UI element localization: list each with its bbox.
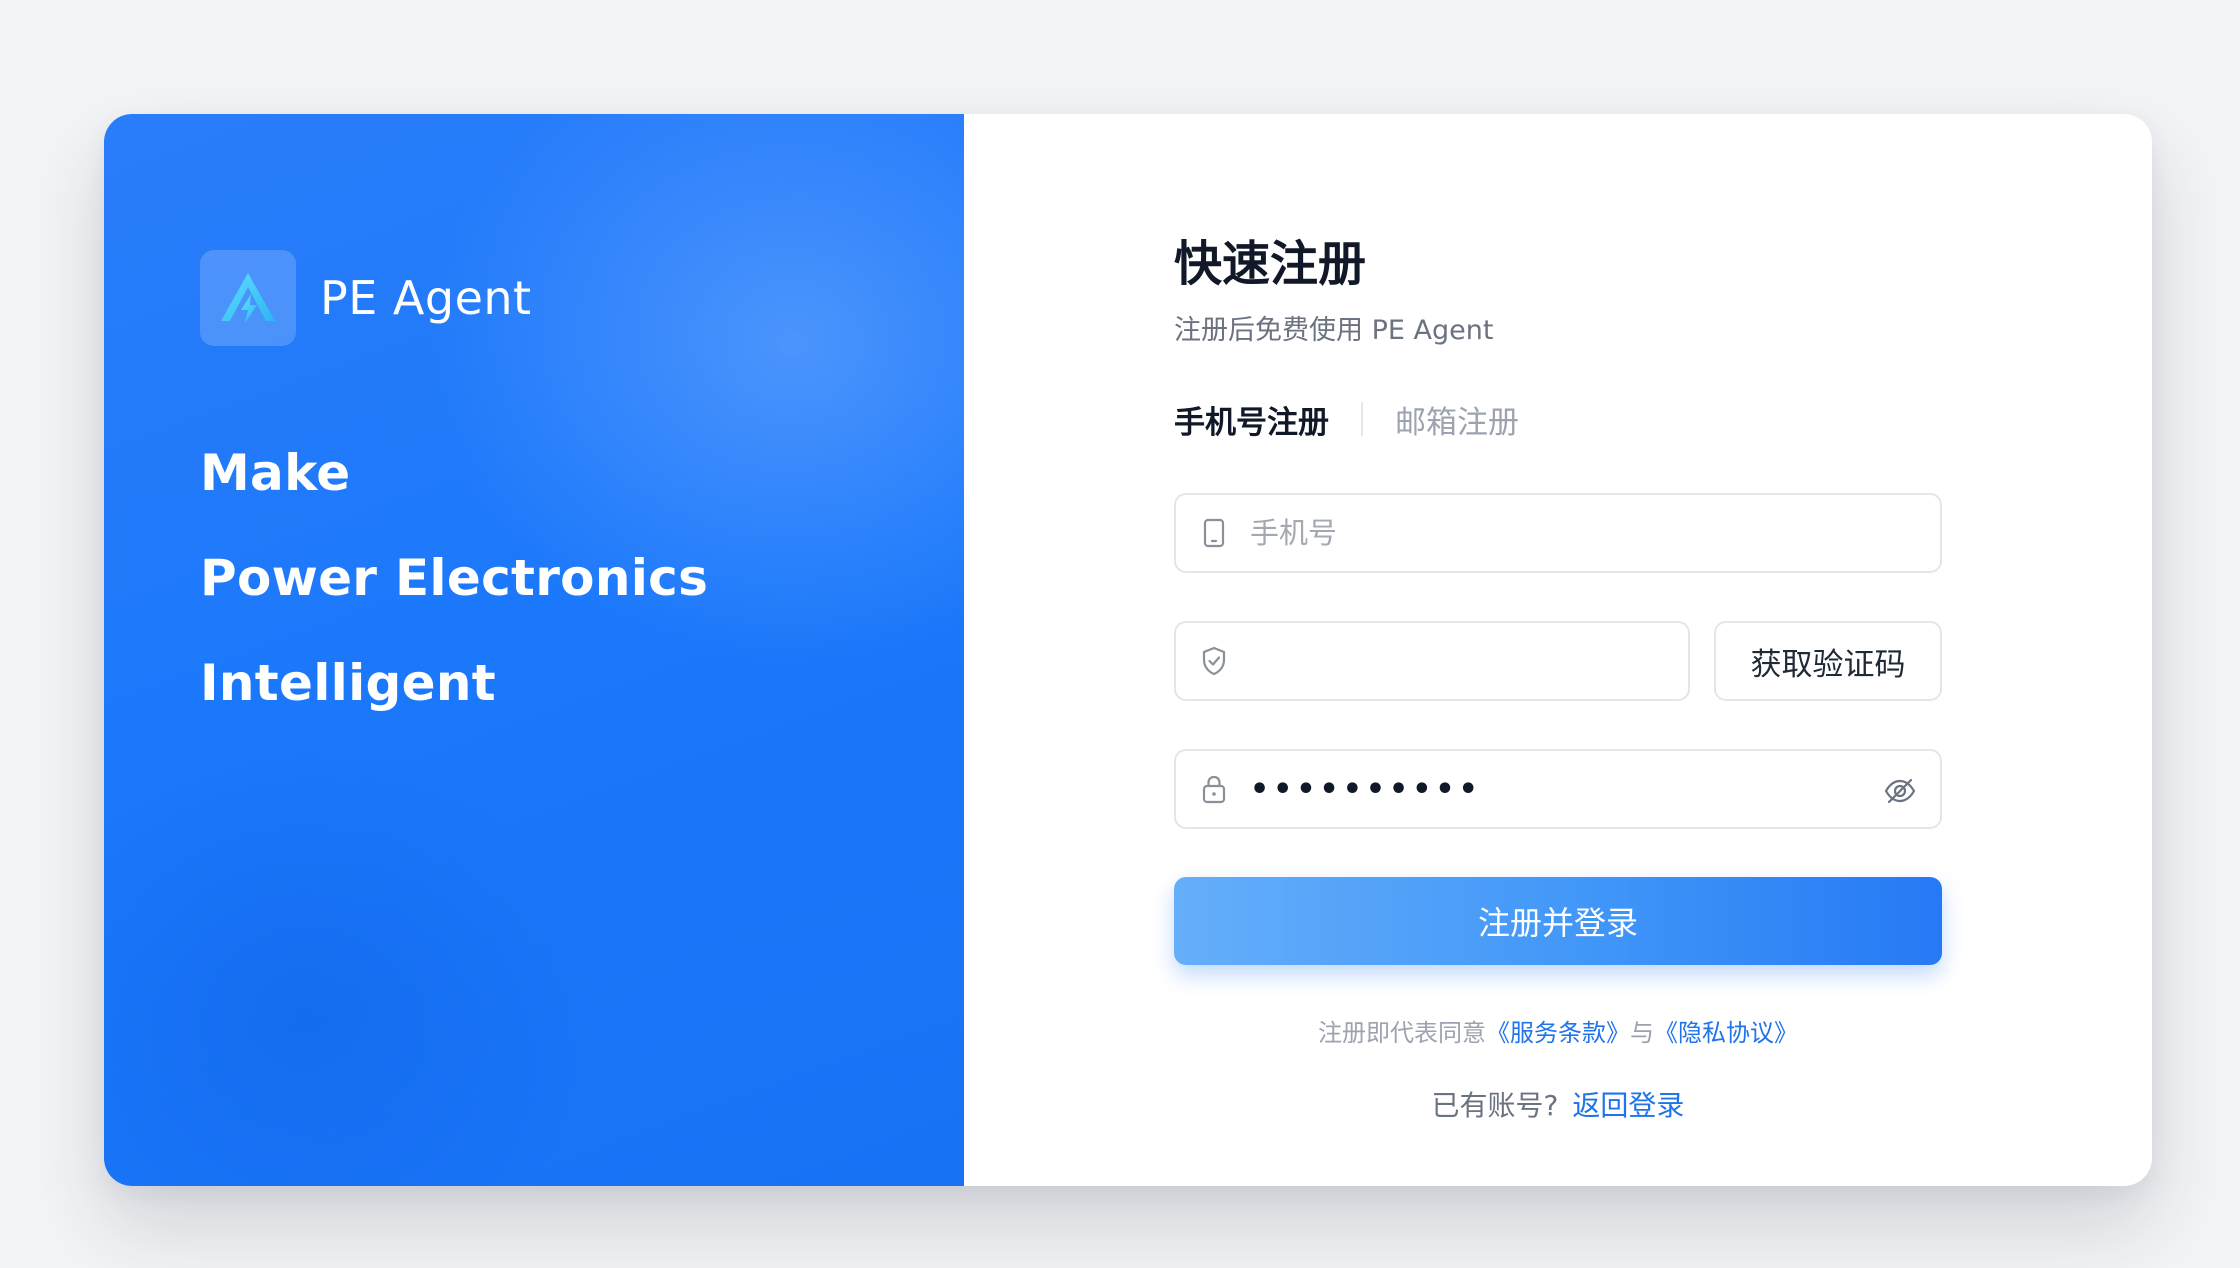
register-and-login-button[interactable]: 注册并登录 [1174,877,1942,965]
verification-row: 获取验证码 [1174,621,1942,701]
page-subtitle: 注册后免费使用 PE Agent [1174,315,1494,346]
page-title: 快速注册 [1174,236,1367,292]
terms-conjunction: 与 [1630,1019,1654,1047]
brand-name: PE Agent [320,271,532,325]
password-field[interactable]: •••••••••• [1174,749,1942,829]
service-terms-link[interactable]: 《服务条款》 [1486,1019,1630,1047]
register-card: PE Agent Make Power Electronics Intellig… [104,114,2152,1186]
password-input[interactable]: •••••••••• [1250,772,1918,807]
tab-divider [1361,402,1363,436]
phone-input[interactable] [1250,516,1918,550]
phone-field[interactable] [1174,493,1942,573]
tagline-line-3: Intelligent [200,654,496,712]
eye-off-icon[interactable] [1882,773,1918,809]
form-panel: 快速注册 注册后免费使用 PE Agent 手机号注册 邮箱注册 手机号 获取验… [964,114,2152,1186]
terms-notice: 注册即代表同意《服务条款》与《隐私协议》 [1174,1013,1942,1048]
brand-panel: PE Agent Make Power Electronics Intellig… [104,114,964,1186]
tab-phone-register[interactable]: 手机号注册 [1174,397,1329,442]
register-tabs: 手机号注册 邮箱注册 [1174,397,1942,441]
get-code-button[interactable]: 获取验证码 [1714,621,1942,701]
register-form: 快速注册 注册后免费使用 PE Agent 手机号注册 邮箱注册 手机号 获取验… [1174,214,1942,1124]
brand: PE Agent [200,250,532,346]
tagline-line-2: Power Electronics [200,549,709,607]
code-input[interactable] [1250,644,1666,678]
tagline-line-1: Make [200,444,351,502]
terms-prefix: 注册即代表同意 [1318,1019,1486,1047]
privacy-policy-link[interactable]: 《隐私协议》 [1654,1019,1798,1047]
mobile-phone-icon [1198,517,1230,549]
shield-check-icon [1198,645,1230,677]
bolt-triangle-icon [200,250,296,346]
tab-email-register[interactable]: 邮箱注册 [1395,397,1519,442]
code-field[interactable] [1174,621,1690,701]
lock-icon [1198,773,1230,805]
login-prompt-text: 已有账号? [1431,1089,1559,1122]
login-prompt-row: 已有账号? 返回登录 [1174,1084,1942,1124]
back-to-login-link[interactable]: 返回登录 [1572,1089,1684,1122]
